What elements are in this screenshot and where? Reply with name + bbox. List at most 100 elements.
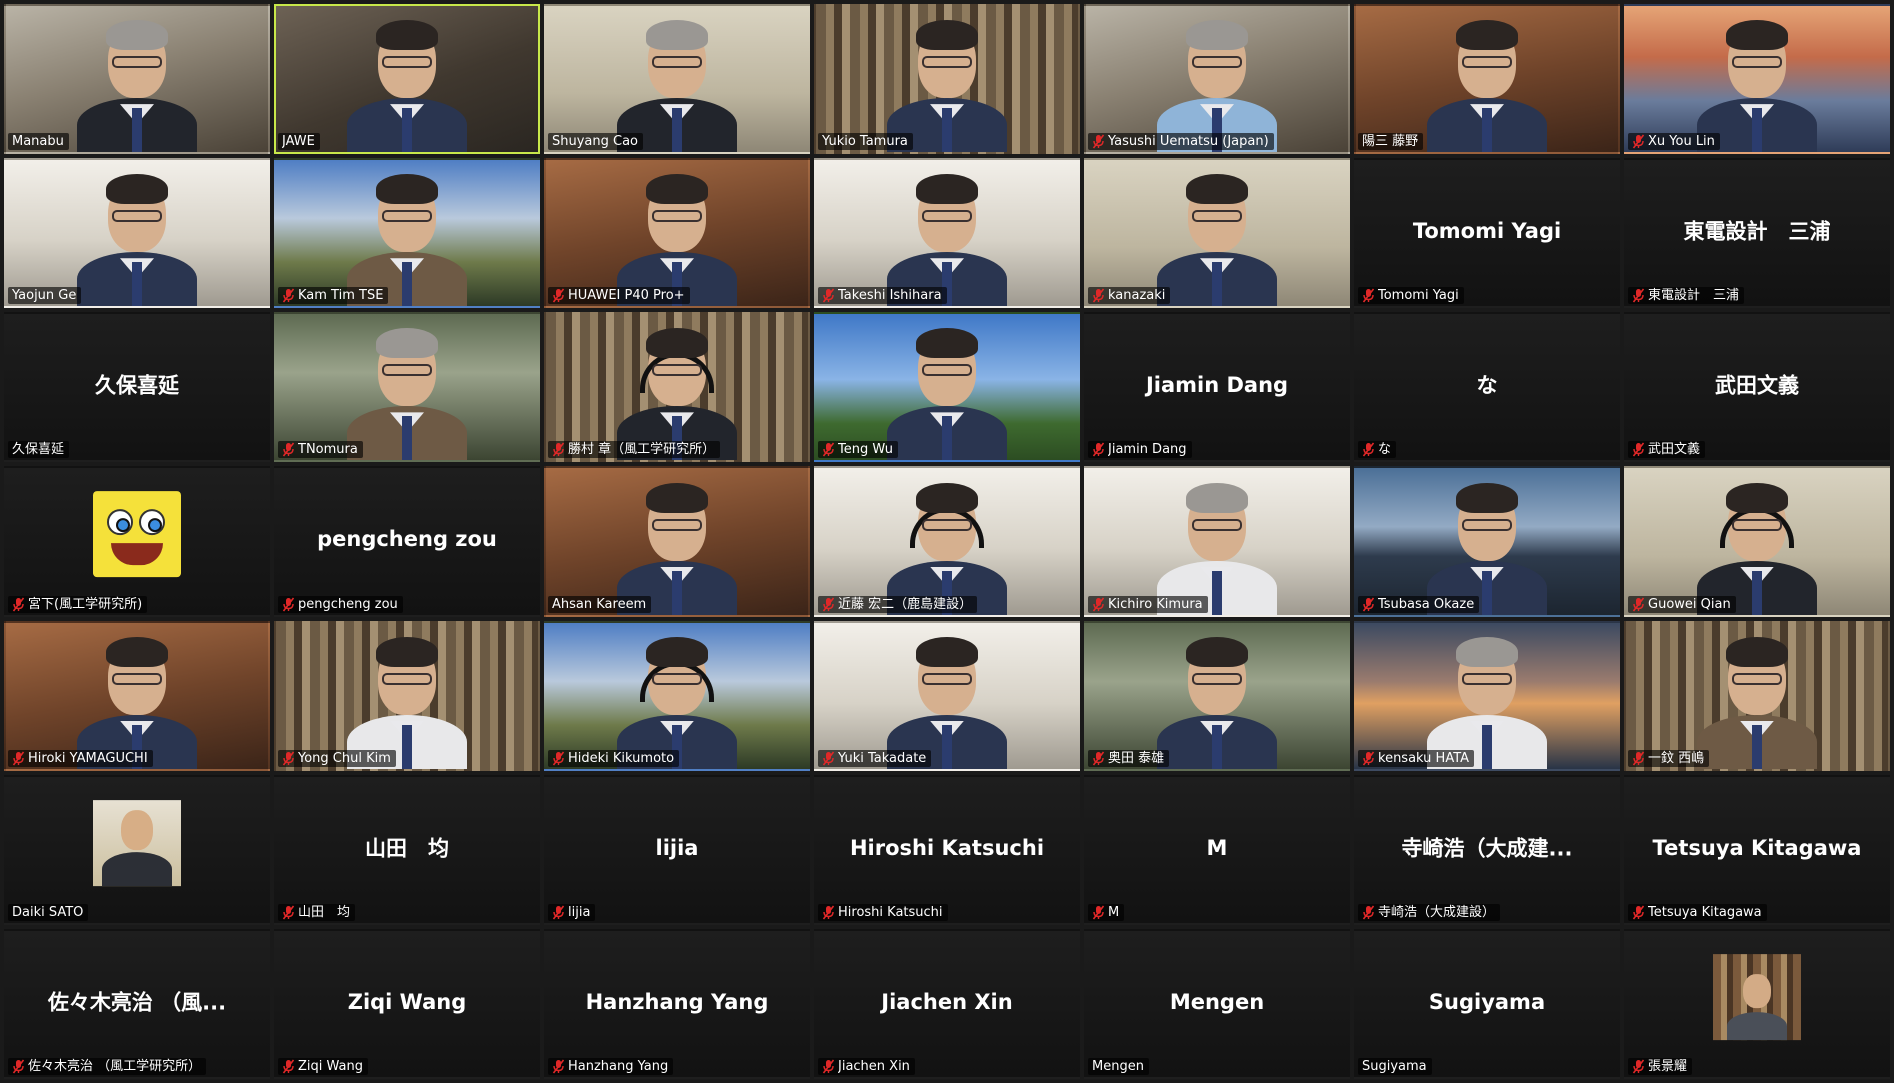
participant-name-label: TNomura <box>298 442 358 458</box>
participant-name-label: Jiachen Xin <box>838 1058 910 1074</box>
muted-mic-icon <box>1092 288 1105 303</box>
participant-nameplate: kensaku HATA <box>1358 749 1475 767</box>
participant-tile[interactable]: Yuki Takadate <box>814 620 1080 771</box>
participant-tile[interactable]: Ziqi Wang Ziqi Wang <box>274 928 540 1079</box>
participant-nameplate: Kam Tim TSE <box>278 287 389 305</box>
participant-tile[interactable]: pengcheng zou pengcheng zou <box>274 466 540 617</box>
participant-nameplate: Yaojun Ge <box>8 287 82 305</box>
participant-tile[interactable]: Hiroki YAMAGUCHI <box>4 620 270 771</box>
participant-display-name: 東電設計 三浦 <box>1683 219 1831 244</box>
participant-display-name: 久保喜延 <box>95 373 179 398</box>
participant-tile[interactable]: Yukio Tamura <box>814 4 1080 155</box>
participant-name-label: Yuki Takadate <box>838 750 927 766</box>
participant-nameplate: 近藤 宏二（鹿島建設） <box>818 595 978 613</box>
participant-tile[interactable]: Jiachen Xin Jiachen Xin <box>814 928 1080 1079</box>
participant-tile[interactable]: 山田 均山田 均 <box>274 774 540 925</box>
participant-tile[interactable]: Tsubasa Okaze <box>1354 466 1620 617</box>
participant-tile[interactable]: lijia lijia <box>544 774 810 925</box>
muted-mic-icon <box>822 597 835 612</box>
participant-tile[interactable]: 張景耀 <box>1624 928 1890 1079</box>
participant-tile[interactable]: Takeshi Ishihara <box>814 158 1080 309</box>
participant-name-label: lijia <box>568 904 591 920</box>
participant-name-label: kanazaki <box>1108 288 1166 304</box>
participant-tile[interactable]: Kam Tim TSE <box>274 158 540 309</box>
participant-nameplate: 奥田 泰雄 <box>1088 749 1170 767</box>
muted-mic-icon <box>1362 751 1375 766</box>
participant-tile[interactable]: kanazaki <box>1084 158 1350 309</box>
muted-mic-icon <box>822 1059 835 1074</box>
participant-tile[interactable]: Teng Wu <box>814 312 1080 463</box>
participant-name-label: Ziqi Wang <box>298 1058 363 1074</box>
participant-name-label: 勝村 章（風工学研究所） <box>568 442 716 458</box>
participant-tile[interactable]: TNomura <box>274 312 540 463</box>
participant-tile[interactable]: Tomomi Yagi Tomomi Yagi <box>1354 158 1620 309</box>
participant-tile[interactable]: Hanzhang Yang Hanzhang Yang <box>544 928 810 1079</box>
participant-video <box>1427 636 1547 769</box>
participant-tile[interactable]: Manabu <box>4 4 270 155</box>
participant-display-name: 武田文義 <box>1715 373 1799 398</box>
participant-tile[interactable]: Kichiro Kimura <box>1084 466 1350 617</box>
participant-tile[interactable]: 陽三 藤野 <box>1354 4 1620 155</box>
participant-tile[interactable]: 武田文義 武田文義 <box>1624 312 1890 463</box>
participant-tile[interactable]: 宮下(風工学研究所) <box>4 466 270 617</box>
muted-mic-icon <box>1362 288 1375 303</box>
participant-tile[interactable]: Yaojun Ge <box>4 158 270 309</box>
participant-name-label: 佐々木亮治 （風工学研究所） <box>28 1058 202 1074</box>
participant-nameplate: Jiachen Xin <box>818 1057 915 1075</box>
participant-name-label: Tetsuya Kitagawa <box>1648 904 1762 920</box>
participant-tile[interactable]: 久保喜延 久保喜延 <box>4 312 270 463</box>
participant-tile[interactable]: 東電設計 三浦 東電設計 三浦 <box>1624 158 1890 309</box>
participant-display-name: Hiroshi Katsuchi <box>849 835 1045 860</box>
participant-nameplate: JAWE <box>278 133 320 151</box>
participant-name-label: 東電設計 三浦 <box>1648 288 1740 304</box>
muted-mic-icon <box>1092 442 1105 457</box>
participant-tile[interactable]: Hideki Kikumoto <box>544 620 810 771</box>
participant-display-name: Ziqi Wang <box>347 989 467 1014</box>
participant-tile[interactable]: なな <box>1354 312 1620 463</box>
participant-tile[interactable]: Daiki SATO <box>4 774 270 925</box>
participant-video <box>347 20 467 153</box>
participant-name-label: 近藤 宏二（鹿島建設） <box>838 596 973 612</box>
participant-tile[interactable]: Ahsan Kareem <box>544 466 810 617</box>
participant-tile[interactable]: kensaku HATA <box>1354 620 1620 771</box>
participant-nameplate: 佐々木亮治 （風工学研究所） <box>8 1057 207 1075</box>
participant-nameplate: Jiamin Dang <box>1088 441 1192 459</box>
muted-mic-icon <box>552 1059 565 1074</box>
participant-video <box>887 328 1007 461</box>
participant-name-label: Hiroshi Katsuchi <box>838 904 943 920</box>
participant-tile[interactable]: HUAWEI P40 Pro+ <box>544 158 810 309</box>
participant-name-label: Mengen <box>1092 1058 1144 1074</box>
participant-video <box>1697 482 1817 615</box>
participant-tile[interactable]: MM <box>1084 774 1350 925</box>
participant-tile[interactable]: Mengen Mengen <box>1084 928 1350 1079</box>
participant-tile[interactable]: 寺崎浩（大成建... 寺崎浩（大成建設） <box>1354 774 1620 925</box>
participant-tile[interactable]: Tetsuya Kitagawa Tetsuya Kitagawa <box>1624 774 1890 925</box>
muted-mic-icon <box>282 1059 295 1074</box>
participant-tile[interactable]: Hiroshi Katsuchi Hiroshi Katsuchi <box>814 774 1080 925</box>
participant-tile[interactable]: 佐々木亮治 （風... 佐々木亮治 （風工学研究所） <box>4 928 270 1079</box>
participant-nameplate: 張景耀 <box>1628 1057 1693 1075</box>
participant-tile[interactable]: 一鈫 西嶋 <box>1624 620 1890 771</box>
participant-tile[interactable]: Yasushi Uematsu (Japan) <box>1084 4 1350 155</box>
participant-name-label: Tsubasa Okaze <box>1378 596 1475 612</box>
participant-name-label: 久保喜延 <box>12 442 65 458</box>
participant-tile[interactable]: Shuyang Cao <box>544 4 810 155</box>
participant-video <box>77 174 197 307</box>
participant-display-name: lijia <box>655 835 699 860</box>
participant-tile[interactable]: 勝村 章（風工学研究所） <box>544 312 810 463</box>
participant-nameplate: M <box>1088 903 1125 921</box>
participant-tile[interactable]: Yong Chul Kim <box>274 620 540 771</box>
participant-tile[interactable]: 近藤 宏二（鹿島建設） <box>814 466 1080 617</box>
participant-tile[interactable]: Sugiyama Sugiyama <box>1354 928 1620 1079</box>
participant-tile[interactable]: Xu You Lin <box>1624 4 1890 155</box>
muted-mic-icon <box>552 905 565 920</box>
participant-display-name: 山田 均 <box>365 836 449 861</box>
muted-mic-icon <box>1092 597 1105 612</box>
participant-nameplate: lijia <box>548 903 596 921</box>
participant-tile[interactable]: 奥田 泰雄 <box>1084 620 1350 771</box>
participant-tile[interactable]: Guowei Qian <box>1624 466 1890 617</box>
participant-tile[interactable]: Jiamin Dang Jiamin Dang <box>1084 312 1350 463</box>
participant-video <box>77 636 197 769</box>
participant-nameplate: Hanzhang Yang <box>548 1057 674 1075</box>
participant-tile[interactable]: JAWE <box>274 4 540 155</box>
